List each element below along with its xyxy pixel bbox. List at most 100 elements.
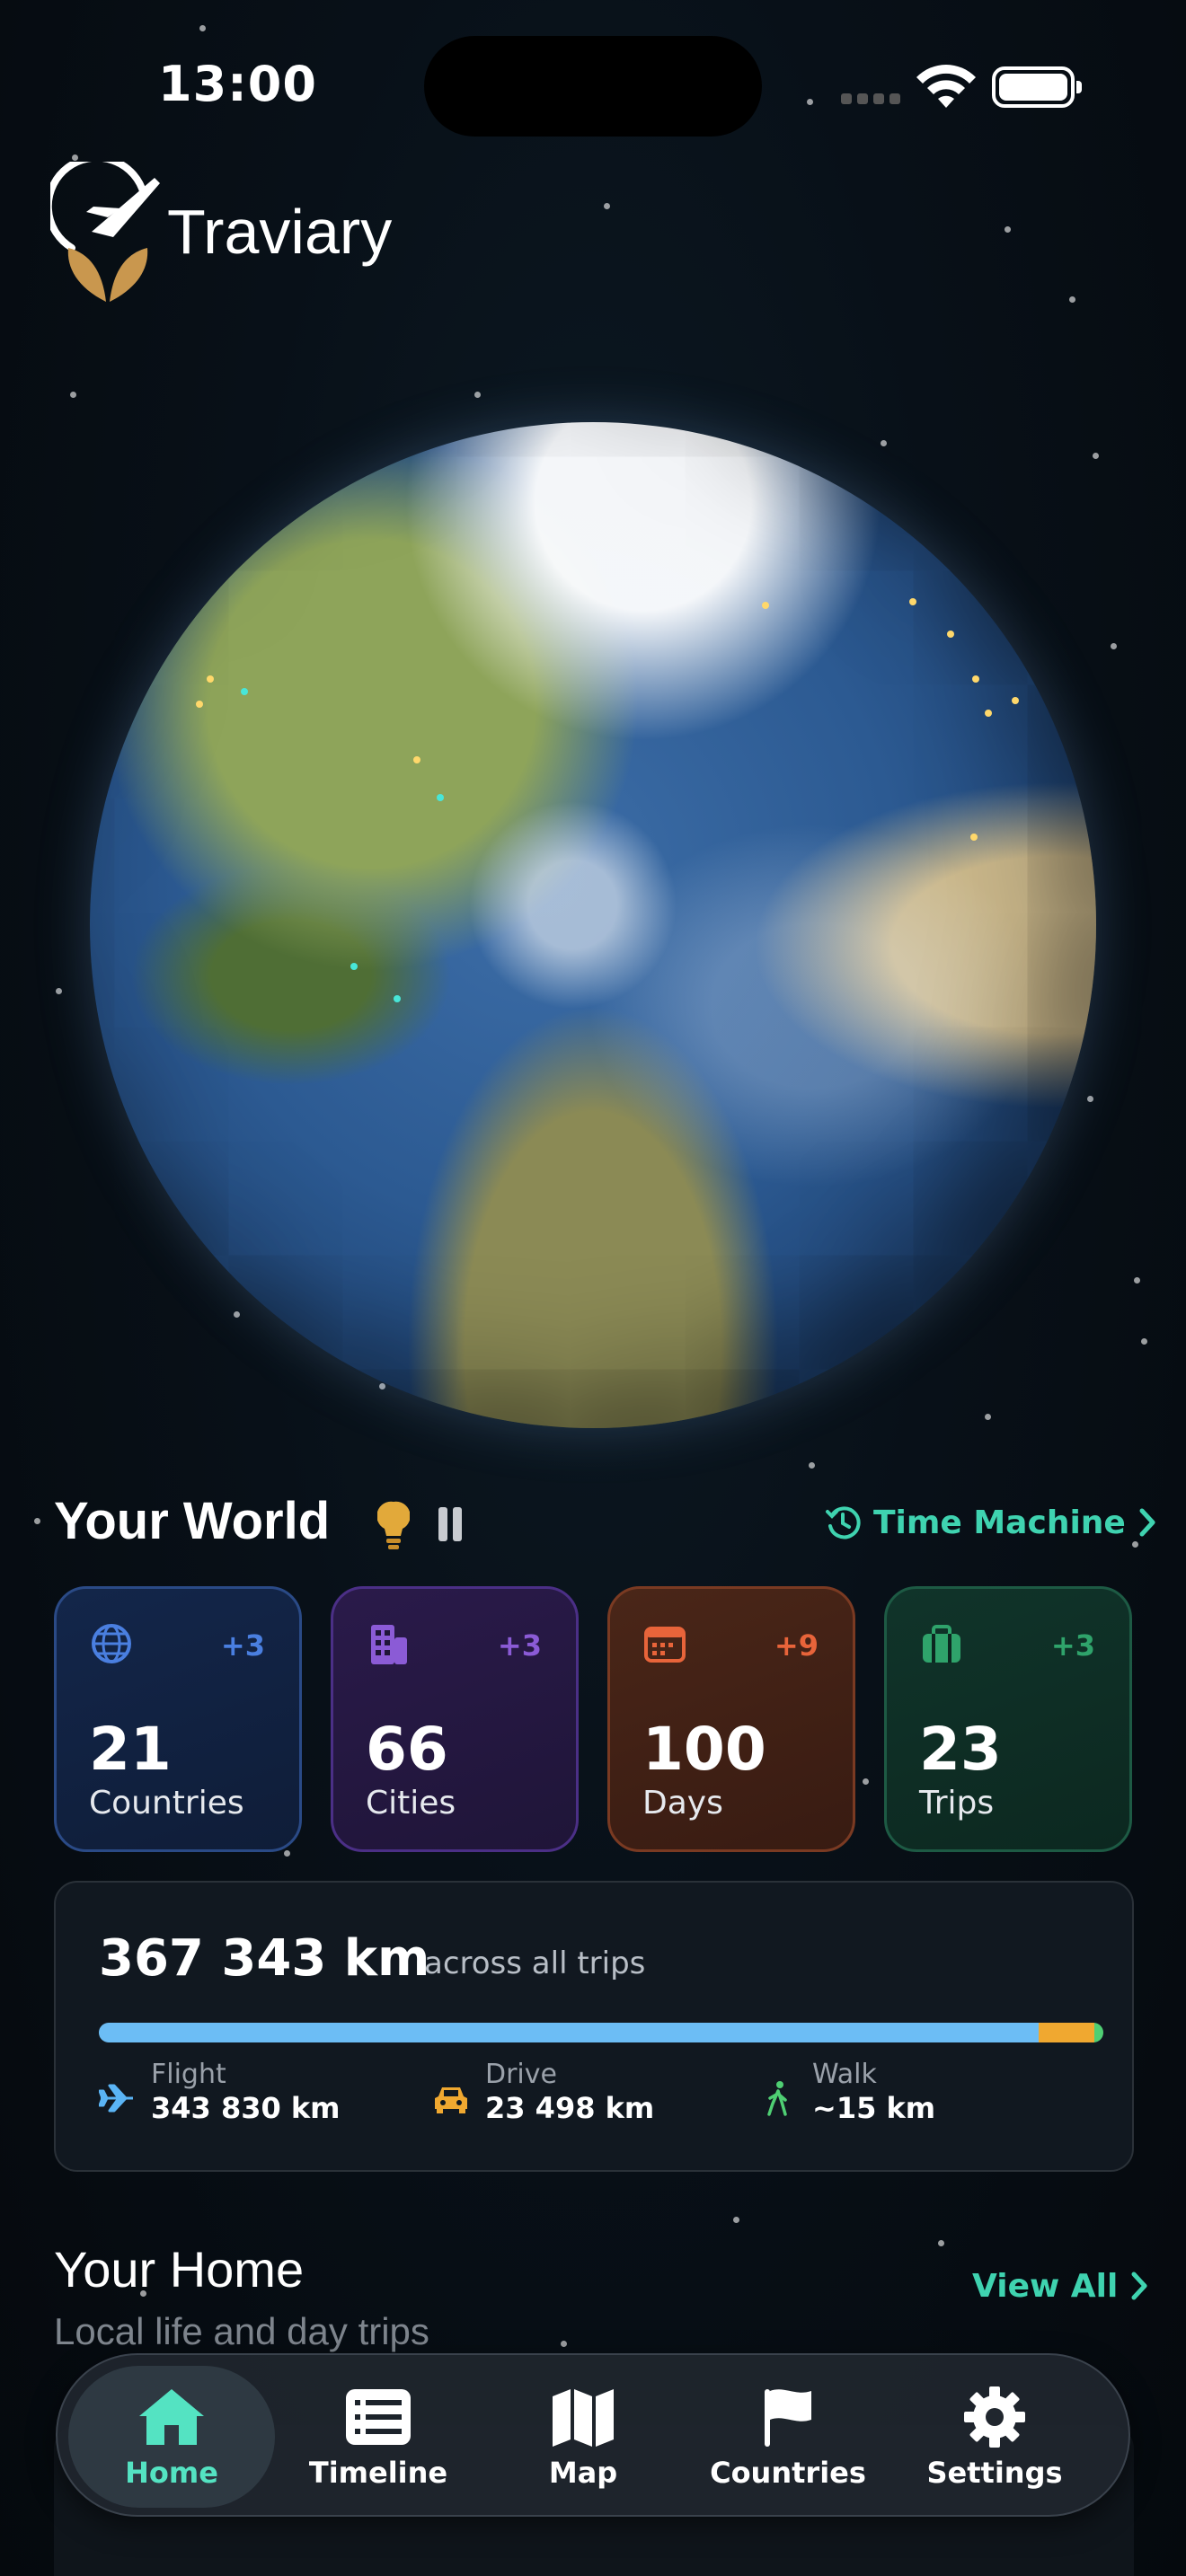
star [1141, 1338, 1147, 1345]
stat-card-countries[interactable]: +3 21 Countries [54, 1586, 302, 1852]
traviary-logo-icon [50, 162, 160, 302]
tab-map[interactable]: Map [480, 2366, 686, 2508]
status-time: 13:00 [158, 56, 317, 112]
visited-place-marker [413, 756, 420, 763]
star [1069, 296, 1075, 303]
visited-place-marker [972, 675, 979, 683]
visited-place-marker [196, 701, 203, 708]
visited-place-marker [437, 794, 444, 801]
tab-countries[interactable]: Countries [685, 2366, 891, 2508]
distance-breakdown-bar [99, 2023, 1103, 2042]
globe-icon [92, 1624, 131, 1663]
walk-mode-stat: Walk ~15 km [760, 2059, 1066, 2130]
wifi-icon [916, 65, 976, 108]
lightbulb-icon[interactable] [377, 1500, 410, 1550]
your-home-title: Your Home [54, 2241, 305, 2298]
star [733, 2217, 739, 2223]
visited-place-marker [241, 688, 248, 695]
visited-place-marker [394, 995, 401, 1002]
stat-delta: +9 [774, 1628, 819, 1663]
star [474, 392, 481, 398]
mode-label: Drive [485, 2059, 557, 2090]
stat-value: 23 [919, 1715, 1002, 1784]
star [56, 988, 62, 994]
time-machine-button[interactable]: Time Machine [825, 1502, 1158, 1543]
visited-place-marker [762, 602, 769, 609]
flag-icon [765, 2389, 811, 2447]
mode-label: Walk [812, 2059, 877, 2090]
calendar-icon [644, 1627, 686, 1663]
signal-dot [890, 93, 900, 104]
stat-label: Cities [366, 1785, 456, 1822]
tab-label: Timeline [308, 2456, 448, 2490]
tab-timeline[interactable]: Timeline [275, 2366, 482, 2508]
airplane-icon [99, 2084, 133, 2113]
tab-label: Countries [710, 2456, 866, 2490]
stat-delta: +3 [497, 1628, 542, 1663]
visited-place-marker [1012, 697, 1019, 704]
mode-label: Flight [151, 2059, 226, 2090]
visited-place-marker [909, 598, 916, 605]
signal-dot [873, 93, 884, 104]
your-world-title: Your World [54, 1492, 331, 1550]
stat-card-days[interactable]: +9 100 Days [607, 1586, 855, 1852]
earth-globe[interactable] [90, 422, 1096, 1428]
star [1134, 1277, 1140, 1284]
dynamic-island [424, 36, 762, 137]
building-icon [371, 1625, 407, 1664]
star [863, 1778, 869, 1785]
mode-value: 23 498 km [485, 2091, 655, 2125]
tab-label: Map [548, 2456, 618, 2490]
battery-icon [992, 66, 1082, 108]
stat-value: 66 [366, 1715, 448, 1784]
mode-value: 343 830 km [151, 2091, 341, 2125]
stat-card-trips[interactable]: +3 23 Trips [884, 1586, 1132, 1852]
visited-place-marker [350, 963, 358, 970]
mode-value: ~15 km [812, 2091, 936, 2125]
star [70, 392, 76, 398]
walk-icon [767, 2081, 787, 2116]
flight-mode-stat: Flight 343 830 km [99, 2059, 404, 2130]
tab-settings[interactable]: Settings [891, 2366, 1098, 2508]
globe-visualization[interactable] [90, 422, 1096, 1428]
time-machine-label: Time Machine [873, 1504, 1126, 1541]
gear-icon [964, 2386, 1025, 2448]
view-all-button[interactable]: View All [972, 2265, 1150, 2307]
signal-dot [841, 93, 852, 104]
stat-delta: +3 [220, 1628, 265, 1663]
tab-label: Home [125, 2456, 218, 2490]
total-distance: 367 343 km [99, 1929, 430, 1988]
walk-segment [1094, 2023, 1103, 2042]
drive-mode-stat: Drive 23 498 km [433, 2059, 739, 2130]
briefcase-icon [923, 1625, 960, 1663]
stat-card-cities[interactable]: +3 66 Cities [331, 1586, 579, 1852]
distance-summary-card[interactable]: 367 343 km across all trips Flight 343 8… [54, 1881, 1134, 2172]
visited-place-marker [947, 631, 954, 638]
visited-place-marker [985, 710, 992, 717]
distance-caption: across all trips [424, 1945, 646, 1981]
app-brand-title: Traviary [167, 197, 393, 267]
bottom-tab-bar: Home Timeline Map Countries Settings [56, 2353, 1130, 2517]
chevron-right-icon [1131, 2272, 1147, 2300]
stat-delta: +3 [1050, 1628, 1095, 1663]
tab-home[interactable]: Home [68, 2366, 275, 2508]
star [561, 2341, 567, 2347]
pause-icon[interactable] [437, 1507, 464, 1541]
view-all-label: View All [972, 2267, 1119, 2305]
house-icon [139, 2389, 204, 2445]
stat-value: 100 [642, 1715, 766, 1784]
star [938, 2240, 944, 2246]
flight-segment [99, 2023, 1039, 2042]
star [1111, 643, 1117, 649]
visited-place-marker [970, 834, 978, 841]
stat-label: Trips [919, 1785, 995, 1822]
car-icon [435, 2087, 467, 2113]
stat-label: Countries [89, 1785, 244, 1822]
map-icon [553, 2389, 614, 2447]
home-screen: 13:00 Traviary Your World Time Machine +… [0, 0, 1186, 2576]
visited-place-marker [207, 675, 214, 683]
star [1005, 226, 1011, 233]
drive-segment [1039, 2023, 1094, 2042]
stat-label: Days [642, 1785, 723, 1822]
star [604, 203, 610, 209]
